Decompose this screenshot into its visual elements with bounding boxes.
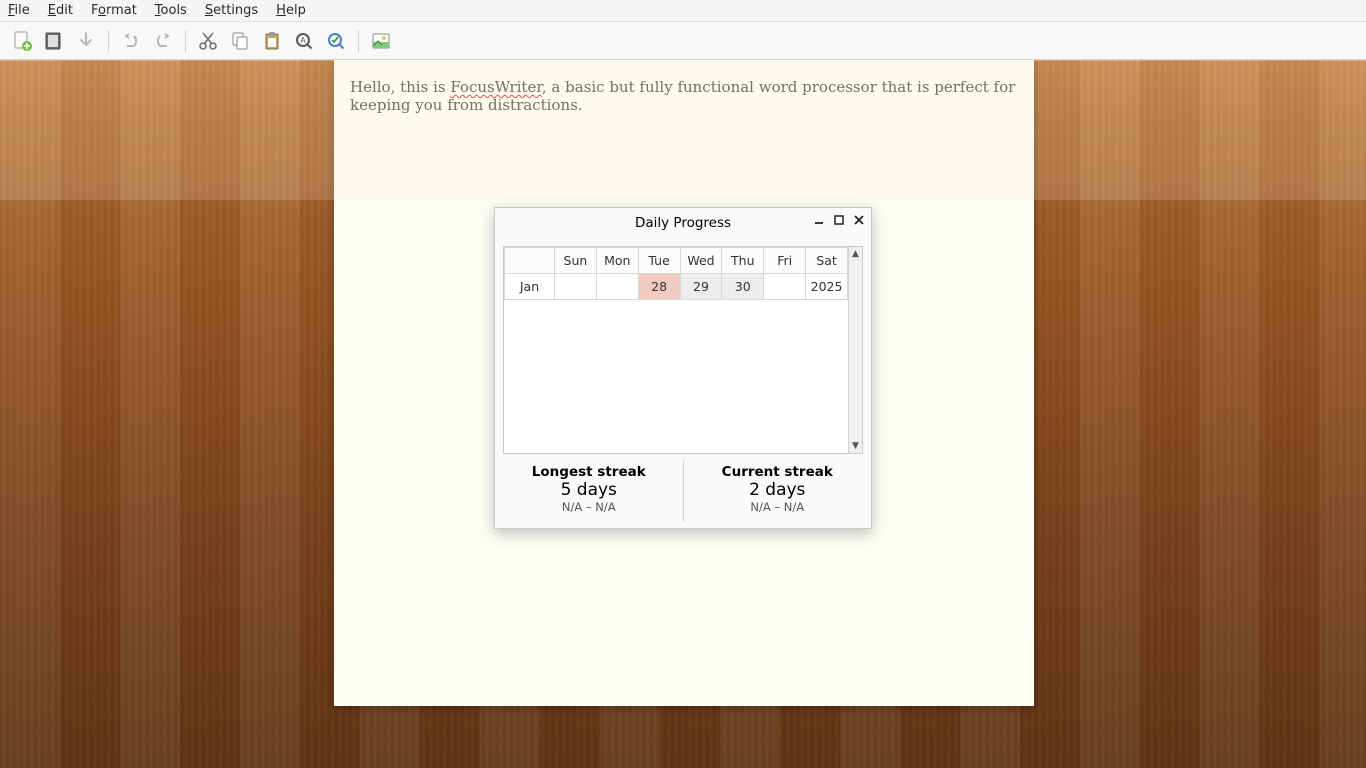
longest-streak: Longest streak 5 days N/A – N/A — [495, 460, 683, 522]
calendar-table: Sun Mon Tue Wed Thu Fri Sat Jan — [504, 247, 848, 300]
redo-button[interactable] — [149, 27, 177, 55]
minimize-icon[interactable] — [813, 214, 825, 230]
weekday-header: Wed — [680, 248, 722, 274]
weekday-header: Sat — [806, 248, 848, 274]
menu-help[interactable]: Help — [276, 3, 306, 18]
daily-progress-dialog: Daily Progress Sun — [494, 207, 872, 529]
menu-edit[interactable]: Edit — [48, 3, 73, 18]
weekday-header: Mon — [596, 248, 638, 274]
undo-icon — [120, 30, 142, 52]
current-streak-range: N/A – N/A — [684, 500, 872, 514]
find-button[interactable]: A — [290, 27, 318, 55]
scroll-down-icon[interactable]: ▼ — [849, 439, 862, 453]
toolbar-separator — [108, 30, 109, 52]
menu-format[interactable]: Format — [91, 3, 137, 18]
current-streak: Current streak 2 days N/A – N/A — [683, 460, 872, 522]
calendar-scrollbar[interactable]: ▲ ▼ — [848, 247, 862, 453]
calendar-cell[interactable]: 30 — [722, 274, 764, 300]
streak-summary: Longest streak 5 days N/A – N/A Current … — [495, 460, 871, 522]
weekday-header: Tue — [638, 248, 680, 274]
save-document-button[interactable] — [72, 27, 100, 55]
calendar-cell-today[interactable]: 28 — [638, 274, 680, 300]
redo-icon — [152, 30, 174, 52]
copy-button[interactable] — [226, 27, 254, 55]
weekday-header: Fri — [764, 248, 806, 274]
menu-file[interactable]: File — [8, 3, 30, 18]
document-text[interactable]: Hello, this is FocusWriter, a basic but … — [334, 60, 1034, 132]
svg-text:A: A — [300, 36, 306, 45]
spellcheck-button[interactable] — [322, 27, 350, 55]
doc-text-part: Hello, this is — [350, 78, 450, 96]
menu-settings[interactable]: Settings — [205, 3, 258, 18]
dialog-title: Daily Progress — [635, 215, 731, 231]
menu-tools[interactable]: Tools — [155, 3, 187, 18]
themes-button[interactable] — [367, 27, 395, 55]
spellcheck-icon — [325, 30, 347, 52]
open-file-icon — [43, 30, 65, 52]
calendar-month-cell: Jan — [505, 274, 555, 300]
maximize-icon[interactable] — [833, 214, 845, 230]
toolbar-separator — [358, 30, 359, 52]
close-icon[interactable] — [853, 214, 865, 230]
find-icon: A — [293, 30, 315, 52]
weekday-header: Sun — [555, 248, 597, 274]
dialog-titlebar[interactable]: Daily Progress — [495, 208, 871, 238]
current-streak-label: Current streak — [684, 464, 872, 480]
cut-button[interactable] — [194, 27, 222, 55]
save-icon — [75, 30, 97, 52]
toolbar: A — [0, 22, 1366, 60]
longest-streak-label: Longest streak — [495, 464, 683, 480]
longest-streak-value: 5 days — [495, 480, 683, 500]
calendar-container: Sun Mon Tue Wed Thu Fri Sat Jan — [503, 246, 863, 454]
copy-icon — [229, 30, 251, 52]
weekday-header: Thu — [722, 248, 764, 274]
image-icon — [370, 30, 392, 52]
longest-streak-range: N/A – N/A — [495, 500, 683, 514]
calendar-cell[interactable] — [764, 274, 806, 300]
undo-button[interactable] — [117, 27, 145, 55]
calendar-cell[interactable] — [596, 274, 638, 300]
workspace-background: Hello, this is FocusWriter, a basic but … — [0, 60, 1366, 768]
calendar-cell[interactable] — [555, 274, 597, 300]
paste-button[interactable] — [258, 27, 286, 55]
calendar-cell[interactable]: 29 — [680, 274, 722, 300]
new-document-button[interactable] — [8, 27, 36, 55]
current-streak-value: 2 days — [684, 480, 872, 500]
calendar-year-cell[interactable]: 2025 — [806, 274, 848, 300]
open-document-button[interactable] — [40, 27, 68, 55]
new-file-icon — [11, 30, 33, 52]
menubar: File Edit Format Tools Settings Help — [0, 0, 1366, 22]
scroll-up-icon[interactable]: ▲ — [849, 247, 862, 261]
paste-icon — [261, 30, 283, 52]
doc-text-misspelled: FocusWriter — [450, 78, 542, 96]
calendar-corner — [505, 248, 555, 274]
cut-icon — [197, 30, 219, 52]
toolbar-separator — [185, 30, 186, 52]
